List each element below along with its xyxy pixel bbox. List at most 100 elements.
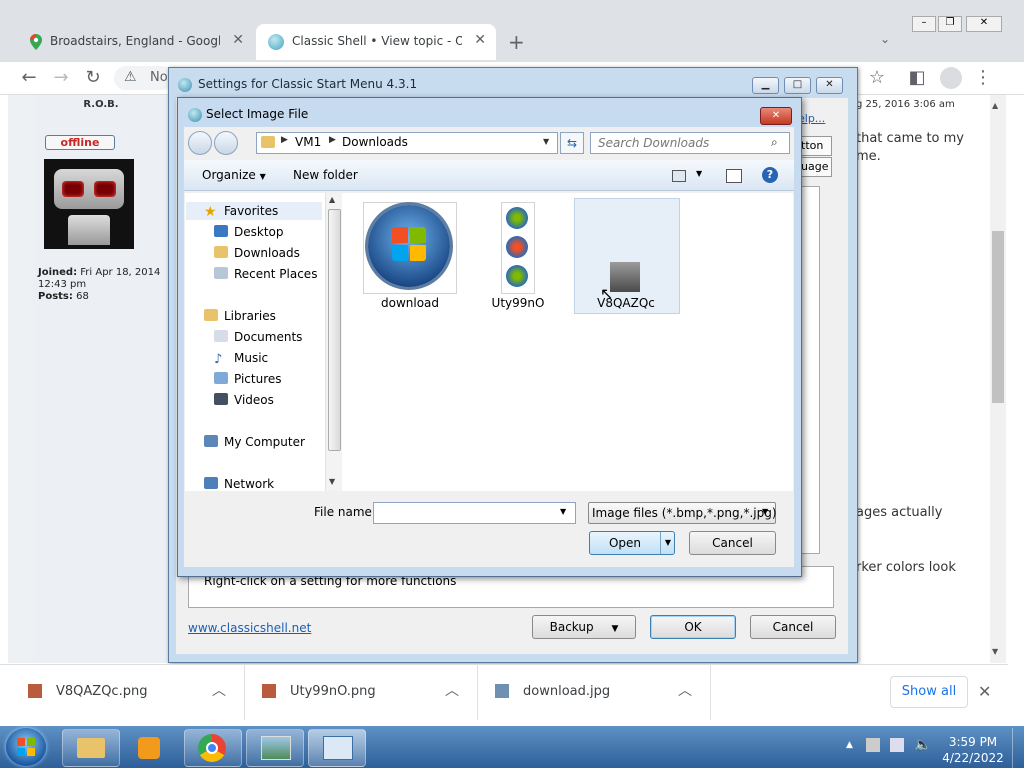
nav-recent-places[interactable]: Recent Places [214, 267, 317, 281]
nav-libraries[interactable]: Libraries [204, 309, 276, 323]
search-downloads-input[interactable]: Search Downloads ⌕ [590, 132, 790, 154]
close-tab-icon[interactable]: ✕ [232, 32, 244, 48]
forward-icon[interactable]: → [50, 68, 72, 88]
path-breadcrumb[interactable]: ▶ VM1 ▶ Downloads ▼ [256, 132, 558, 154]
menu-kebab-icon[interactable]: ⋮ [972, 68, 994, 88]
volume-icon[interactable]: 🔈 [914, 737, 931, 753]
filename-input[interactable]: ▼ [373, 502, 576, 524]
classicshell-link[interactable]: www.classicshell.net [188, 621, 311, 635]
start-button[interactable] [6, 728, 46, 766]
open-button[interactable]: Open ▼ [589, 531, 675, 555]
breadcrumb-vm1[interactable]: VM1 [295, 135, 321, 149]
dialog-close-button[interactable]: ✕ [760, 107, 792, 125]
close-tab-icon[interactable]: ✕ [474, 32, 486, 48]
address-bar[interactable]: ⚠ No [114, 66, 174, 90]
reload-icon[interactable]: ↻ [82, 68, 104, 88]
open-dropdown-icon[interactable]: ▼ [660, 532, 675, 554]
desktop-icon [214, 225, 228, 237]
nav-desktop[interactable]: Desktop [214, 225, 284, 239]
nav-music[interactable]: ♪ Music [214, 351, 268, 367]
close-shelf-icon[interactable]: ✕ [978, 682, 991, 701]
organize-button[interactable]: Organize ▼ [202, 168, 266, 182]
chevron-up-icon[interactable]: ︿ [445, 680, 459, 700]
open-label: Open [608, 536, 642, 550]
post-author[interactable]: R.O.B. [34, 99, 168, 110]
side-panel-icon[interactable]: ◧ [906, 68, 928, 88]
folder-icon [261, 136, 275, 148]
refresh-button[interactable]: ⇆ [560, 132, 584, 154]
file-thumb-download[interactable] [363, 202, 457, 294]
forward-nav-button[interactable] [214, 131, 238, 155]
cancel-button[interactable]: Cancel [750, 615, 836, 639]
back-nav-button[interactable] [188, 131, 212, 155]
nav-my-computer[interactable]: My Computer [204, 435, 305, 449]
tab-classic-shell[interactable]: Classic Shell • View topic - Origi ✕ [256, 24, 496, 60]
taskbar-classic-shell-settings[interactable] [308, 729, 366, 767]
show-hidden-icons[interactable]: ▲ [846, 740, 853, 750]
tab-search-chevron-icon[interactable]: ⌄ [880, 32, 890, 46]
joined-label: Joined: [38, 267, 78, 278]
chevron-down-icon[interactable]: ▼ [560, 507, 566, 516]
network-tray-icon[interactable] [890, 738, 904, 752]
chevron-up-icon[interactable]: ︿ [678, 680, 692, 700]
nav-videos[interactable]: Videos [214, 393, 274, 407]
settings-maximize-button[interactable]: □ [784, 77, 811, 94]
preview-pane-icon[interactable] [726, 169, 742, 183]
help-link[interactable]: elp... [798, 112, 825, 125]
new-tab-icon[interactable]: + [508, 30, 525, 54]
windows-logo-icon [368, 205, 450, 287]
page-scrollbar-thumb[interactable] [992, 231, 1004, 403]
tab-button-partial[interactable]: tton [800, 136, 832, 156]
show-all-button[interactable]: Show all [890, 676, 968, 708]
videos-icon [214, 393, 228, 405]
view-icon[interactable] [672, 170, 686, 182]
taskbar-media-player[interactable] [122, 729, 178, 765]
chevron-up-icon[interactable]: ︿ [212, 680, 226, 700]
taskbar-explorer[interactable] [62, 729, 120, 767]
posts-label: Posts: [38, 291, 73, 302]
taskbar-chrome[interactable] [184, 729, 242, 767]
minimize-button[interactable]: – [912, 16, 936, 32]
taskbar-image-viewer[interactable] [246, 729, 304, 767]
download-item[interactable]: Uty99nO.png ︿ [244, 664, 478, 720]
clock[interactable]: 3:59 PM 4/22/2022 [938, 734, 1008, 766]
ok-button[interactable]: OK [650, 615, 736, 639]
download-item[interactable]: V8QAZQc.png ︿ [0, 664, 245, 720]
nav-scrollbar-thumb[interactable] [328, 209, 341, 451]
help-icon[interactable]: ? [762, 167, 778, 183]
filetype-select[interactable]: Image files (*.bmp,*.png,*.jpg) ▼ [588, 502, 777, 524]
nav-label: Recent Places [234, 267, 318, 281]
nav-favorites[interactable]: ★ Favorites [204, 204, 278, 220]
tab-google-maps[interactable]: Broadstairs, England - Google M ✕ [14, 24, 254, 60]
nav-network[interactable]: Network [204, 477, 274, 491]
download-item[interactable]: download.jpg ︿ [477, 664, 711, 720]
file-name-v8qazqc[interactable]: V8QAZQc [576, 296, 676, 310]
nav-pictures[interactable]: Pictures [214, 372, 282, 386]
page-scrollbar[interactable]: ▲ ▼ [990, 95, 1006, 663]
file-thumb-uty99no[interactable] [501, 202, 535, 294]
profile-avatar-icon[interactable] [940, 67, 962, 89]
tab-language-partial[interactable]: uage [800, 157, 832, 177]
settings-minimize-button[interactable]: ▁ [752, 77, 779, 94]
nav-label: Network [224, 477, 275, 491]
music-icon: ♪ [214, 352, 223, 367]
new-folder-button[interactable]: New folder [293, 168, 358, 182]
nav-documents[interactable]: Documents [214, 330, 302, 344]
view-dropdown-icon[interactable]: ▼ [696, 169, 702, 178]
restore-button[interactable]: ❐ [938, 16, 962, 32]
action-center-icon[interactable] [866, 738, 880, 752]
file-thumb-v8qazqc[interactable] [610, 262, 640, 292]
close-window-button[interactable]: ✕ [966, 16, 1002, 32]
backup-button[interactable]: Backup ▼ [532, 615, 636, 639]
bookmark-star-icon[interactable]: ☆ [866, 68, 888, 88]
dialog-cancel-button[interactable]: Cancel [689, 531, 776, 555]
settings-close-button[interactable]: ✕ [816, 77, 843, 94]
file-name-uty99no[interactable]: Uty99nO [478, 296, 558, 310]
back-icon[interactable]: ← [18, 68, 40, 88]
show-desktop-button[interactable] [1012, 728, 1024, 768]
nav-downloads[interactable]: Downloads [214, 246, 300, 260]
nav-scrollbar[interactable]: ▲ ▼ [325, 193, 342, 491]
breadcrumb-downloads[interactable]: Downloads [342, 135, 408, 149]
chevron-down-icon[interactable]: ▼ [543, 137, 549, 146]
file-name-download[interactable]: download [360, 296, 460, 310]
